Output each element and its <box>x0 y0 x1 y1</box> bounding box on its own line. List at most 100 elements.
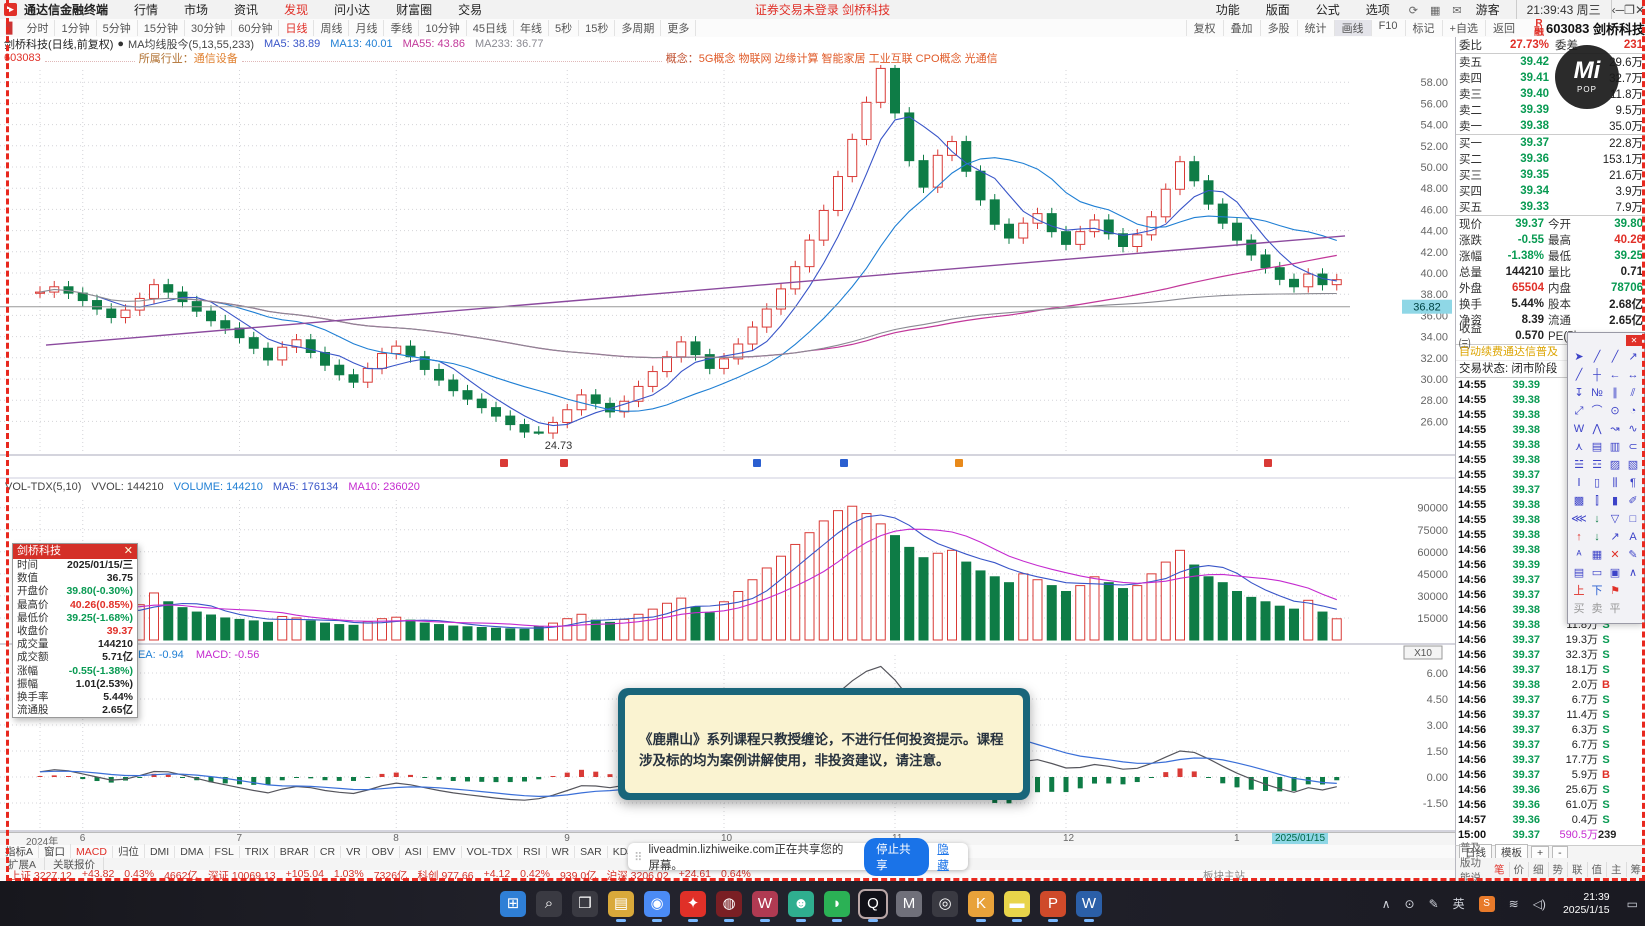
period-15分钟[interactable]: 15分钟 <box>138 20 185 36</box>
menu-item-公式[interactable]: 公式 <box>1303 3 1353 17</box>
chart-type-icon[interactable]: ▊ <box>0 22 20 35</box>
menu-item-财富圈[interactable]: 财富圈 <box>383 3 445 17</box>
drawing-tool-icon[interactable]: ↧ <box>1570 384 1588 402</box>
period-多周期[interactable]: 多周期 <box>615 20 662 36</box>
indicator-tab-ASI[interactable]: ASI <box>400 845 428 858</box>
powerpoint-icon[interactable]: P <box>1040 890 1066 922</box>
drawing-tool-icon[interactable]: ↓ <box>1588 528 1606 546</box>
drawing-tool-icon[interactable]: ∧ <box>1624 564 1642 582</box>
drawing-tool-icon[interactable]: ↑ <box>1570 528 1588 546</box>
stop-share-button[interactable]: 停止共享 <box>864 837 930 876</box>
panel-tab-势[interactable]: 势 <box>1549 862 1568 877</box>
drawing-tool-icon[interactable]: ▧ <box>1624 456 1642 474</box>
drawing-tool-icon[interactable]: ↗ <box>1624 348 1642 366</box>
indicator-tab-OBV[interactable]: OBV <box>367 845 400 858</box>
drawing-tool-icon[interactable]: ▣ <box>1606 564 1624 582</box>
qq-icon[interactable]: Q <box>858 888 888 922</box>
tool-画线[interactable]: 画线 <box>1333 20 1371 36</box>
indicator-tab-BRAR[interactable]: BRAR <box>275 845 315 858</box>
drawing-tool-icon[interactable]: 平 <box>1606 600 1624 618</box>
drawing-tool-icon[interactable]: ⌒ <box>1588 402 1606 420</box>
drawing-tool-icon[interactable]: ⫼ <box>1606 474 1624 492</box>
tool-标记[interactable]: 标记 <box>1404 20 1442 36</box>
guest-label[interactable]: 游客 <box>1468 1 1508 18</box>
maximize-icon[interactable]: ❐ <box>1624 3 1635 17</box>
drawing-tool-icon[interactable]: ✕ <box>1606 546 1624 564</box>
tool-+自选[interactable]: +自选 <box>1441 20 1485 36</box>
app-icon-green[interactable]: ☻ <box>788 890 814 922</box>
mail-icon[interactable]: ✉ <box>1446 5 1467 17</box>
drawing-tool-icon[interactable]: 买 <box>1570 600 1588 618</box>
drawing-tool-icon[interactable]: ▽ <box>1606 510 1624 528</box>
app-icon-mw[interactable]: M <box>896 890 922 917</box>
drawing-tool-icon[interactable]: ▯ <box>1588 474 1606 492</box>
indicator-tab-EMV[interactable]: EMV <box>428 845 462 858</box>
app-tray-icon[interactable]: S <box>1472 895 1502 912</box>
period-1分钟[interactable]: 1分钟 <box>55 20 97 36</box>
period-5分钟[interactable]: 5分钟 <box>97 20 138 36</box>
menu-item-行情[interactable]: 行情 <box>121 3 171 17</box>
drawing-tool-icon[interactable]: ⚑ <box>1606 582 1624 600</box>
menu-item-选项[interactable]: 选项 <box>1353 3 1403 17</box>
drawing-tool-icon[interactable]: 下 <box>1588 582 1606 600</box>
microphone-icon[interactable]: ⊙ <box>1398 897 1422 911</box>
period-季线[interactable]: 季线 <box>384 20 420 36</box>
tray-chevron-icon[interactable]: ∧ <box>1375 897 1398 911</box>
period-年线[interactable]: 年线 <box>514 20 549 36</box>
indicator-tab-归位[interactable]: 归位 <box>113 844 145 859</box>
period-5秒[interactable]: 5秒 <box>549 20 580 36</box>
tool-叠加[interactable]: 叠加 <box>1222 20 1260 36</box>
drawing-tool-icon[interactable]: ╱ <box>1588 348 1606 366</box>
drawing-tool-icon[interactable]: ⋏ <box>1570 438 1588 456</box>
tool-多股[interactable]: 多股 <box>1259 20 1297 36</box>
drawing-tool-icon[interactable]: ⋀ <box>1588 420 1606 438</box>
period-45日线[interactable]: 45日线 <box>467 20 514 36</box>
drawing-tool-icon[interactable]: ⫽ <box>1624 384 1642 402</box>
drawing-tool-icon[interactable]: 卖 <box>1588 600 1606 618</box>
input-language-indicator[interactable]: 英 <box>1446 895 1472 912</box>
indicator-tab-CR[interactable]: CR <box>315 845 342 858</box>
notification-center-icon[interactable]: ▭ <box>1620 897 1645 911</box>
drawing-tool-icon[interactable]: ▩ <box>1570 492 1588 510</box>
app-icon-kc[interactable]: K <box>968 890 994 922</box>
popup-header[interactable]: 剑桥科技 ✕ <box>13 544 137 559</box>
file-explorer-icon[interactable]: ▤ <box>608 890 634 922</box>
panel-tab-主[interactable]: 主 <box>1607 862 1627 877</box>
industry-value[interactable]: 通信设备 <box>194 51 238 65</box>
windows-start-icon[interactable]: ⊞ <box>500 890 526 917</box>
drawing-tool-icon[interactable]: ᴬ <box>1570 546 1588 564</box>
period-分时[interactable]: 分时 <box>20 20 56 36</box>
drawing-tool-icon[interactable]: W <box>1570 420 1588 438</box>
taskbar-clock[interactable]: 21:39 2025/1/15 <box>1553 891 1620 917</box>
panel-tab-价[interactable]: 价 <box>1510 862 1529 877</box>
drawing-tool-icon[interactable] <box>1624 600 1642 618</box>
hide-share-link[interactable]: 隐藏 <box>937 841 958 873</box>
refresh-icon[interactable]: ⟳ <box>1403 5 1424 17</box>
indicator-tab-SAR[interactable]: SAR <box>575 845 608 858</box>
drag-handle-icon[interactable]: ⠿ <box>634 850 642 864</box>
drawing-tool-icon[interactable]: ⫿ <box>1588 492 1606 510</box>
drawing-tool-icon[interactable]: ☲ <box>1588 456 1606 474</box>
close-icon[interactable]: ✕ <box>124 544 133 559</box>
drawing-tool-icon[interactable]: ▭ <box>1588 564 1606 582</box>
tdx-app-icon[interactable]: ✦ <box>680 890 706 922</box>
layout-icon[interactable]: ▦ <box>1424 5 1446 17</box>
drawing-tool-icon[interactable]: ⤢ <box>1570 402 1588 420</box>
drawing-tool-icon[interactable]: ╱ <box>1570 366 1588 384</box>
indicator-tab-DMI[interactable]: DMI <box>145 845 176 858</box>
menu-item-版面[interactable]: 版面 <box>1253 3 1303 17</box>
drawing-tool-icon[interactable]: ☱ <box>1570 456 1588 474</box>
menu-item-功能[interactable]: 功能 <box>1203 3 1253 17</box>
tool-F10[interactable]: F10 <box>1370 20 1405 36</box>
task-view-icon[interactable]: ❒ <box>572 890 598 917</box>
volume-icon[interactable]: ◁) <box>1526 897 1553 911</box>
drawing-tool-icon[interactable]: ▮ <box>1606 492 1624 510</box>
drawing-tool-icon[interactable]: ← <box>1606 366 1624 384</box>
drawing-tool-icon[interactable]: ↗ <box>1606 528 1624 546</box>
period-日线[interactable]: 日线 <box>279 20 315 36</box>
chrome-icon[interactable]: ◉ <box>644 890 670 922</box>
period-月线[interactable]: 月线 <box>349 20 385 36</box>
drawing-tool-icon[interactable]: A <box>1624 528 1642 546</box>
drawing-tool-icon[interactable]: ▤ <box>1570 564 1588 582</box>
drawing-tool-icon[interactable]: ➤ <box>1570 348 1588 366</box>
